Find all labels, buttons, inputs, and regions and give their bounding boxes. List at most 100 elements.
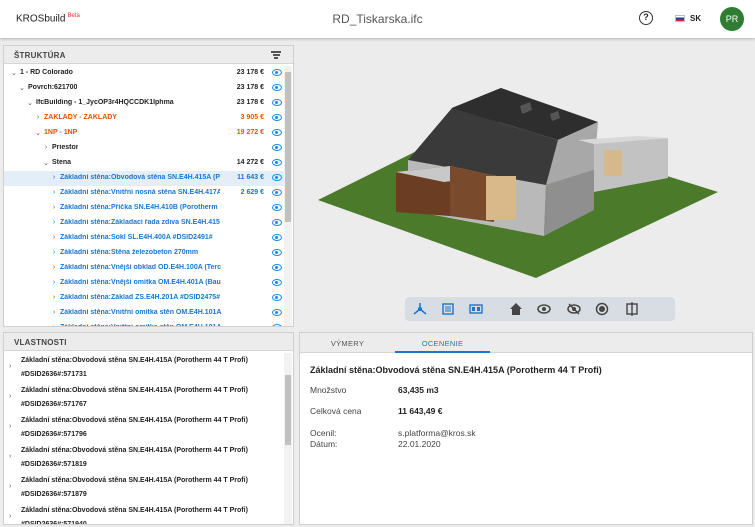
tree-row[interactable]: › Základní stěna:Vnější obklad OD.E4H.100… [4,261,286,276]
eye-icon[interactable] [272,129,282,136]
tree-row-price: 23 178 € [236,99,264,106]
chevron-right-icon[interactable]: › [42,144,50,151]
rated-by-label: Ocenil: [310,428,337,438]
tree-row[interactable]: › Základní stěna:Stěna železobeton 270mm [4,246,286,261]
chevron-right-icon[interactable]: › [9,453,11,460]
chevron-right-icon[interactable]: › [9,363,11,370]
eye-icon[interactable] [272,294,282,301]
eye-icon[interactable] [272,279,282,286]
property-item-name: Základní stěna:Obvodová stěna SN.E4H.415… [21,507,248,514]
chevron-right-icon[interactable]: › [50,249,58,256]
chevron-right-icon[interactable]: › [50,309,58,316]
chevron-right-icon[interactable]: › [9,483,11,490]
list-item[interactable]: › Základní stěna:Obvodová stěna SN.E4H.41… [4,473,286,503]
list-item[interactable]: › Základní stěna:Obvodová stěna SN.E4H.41… [4,503,286,524]
tab-ocenenie[interactable]: OCENENIE [395,333,490,353]
eye-icon[interactable] [272,264,282,271]
tree-row[interactable]: ⌄ IfcBuilding - 1_JycOP3r4HQCCDK1Iphma 23 … [4,96,286,111]
show-icon[interactable] [537,302,551,316]
chevron-right-icon[interactable]: › [50,234,58,241]
eye-icon[interactable] [272,69,282,76]
property-item-id: #DSID2636#:571767 [21,401,87,408]
eye-icon[interactable] [272,114,282,121]
eye-icon[interactable] [272,219,282,226]
model-tree-icon[interactable] [413,302,427,316]
tree-row[interactable]: › Základní stěna:Vnější omítka OM.E4H.401… [4,276,286,291]
tree-row[interactable]: › Priestor [4,141,286,156]
home-icon[interactable] [509,302,523,316]
properties-title: VLASTNOSTI [14,338,67,347]
tree-row[interactable]: ⌄ Stena 14 272 € [4,156,286,171]
slovak-flag-icon[interactable] [675,15,685,22]
chevron-right-icon[interactable]: › [50,264,58,271]
list-item[interactable]: › Základní stěna:Obvodová stěna SN.E4H.41… [4,413,286,443]
properties-list: › Základní stěna:Obvodová stěna SN.E4H.41… [4,353,286,524]
isolate-icon[interactable] [595,302,609,316]
eye-icon[interactable] [272,99,282,106]
eye-icon[interactable] [272,249,282,256]
chevron-right-icon[interactable]: › [50,204,58,211]
properties-scrollbar[interactable] [284,353,292,524]
building-3d-model[interactable] [298,40,755,290]
list-item[interactable]: › Základní stěna:Obvodová stěna SN.E4H.41… [4,383,286,413]
eye-icon[interactable] [272,174,282,181]
eye-icon[interactable] [272,204,282,211]
tree-row[interactable]: › Základní stěna:Základ ZS.E4H.201A #DSID… [4,291,286,306]
avatar[interactable]: PR [720,7,744,31]
chevron-right-icon[interactable]: › [50,324,58,326]
help-icon[interactable]: ? [639,11,653,25]
model-viewer[interactable] [298,40,755,325]
eye-icon[interactable] [272,159,282,166]
chevron-right-icon[interactable]: › [50,219,58,226]
scrollbar-thumb[interactable] [285,375,291,445]
eye-icon[interactable] [272,84,282,91]
tree-row[interactable]: ⌄ 1 - RD Colorado 23 178 € [4,66,286,81]
tree-row[interactable]: ›Základní stěna:Vnitřní omítka stěn OM.E… [4,321,286,326]
scrollbar-thumb[interactable] [285,72,291,222]
tab-vymery[interactable]: VÝMERY [300,333,395,353]
chevron-down-icon[interactable]: ⌄ [10,69,18,77]
eye-icon[interactable] [272,144,282,151]
chevron-down-icon[interactable]: ⌄ [18,84,26,92]
list-item[interactable]: › Základní stěna:Obvodová stěna SN.E4H.41… [4,443,286,473]
chevron-right-icon[interactable]: › [50,189,58,196]
list-item[interactable]: › Základní stěna:Obvodová stěna SN.E4H.41… [4,353,286,383]
tree-row[interactable]: › Základní stěna:Obvodová stěna SN.E4H.41… [4,171,286,186]
chevron-right-icon[interactable]: › [50,279,58,286]
tree-row[interactable]: › Základní stěna:Základací řada zdiva SN.… [4,216,286,231]
tree-row[interactable]: › Základní stěna:Příčka SN.E4H.410B (Poro… [4,201,286,216]
tree-row[interactable]: ›Základní stěna:Vnitřní omítka stěn OM.E… [4,306,286,321]
tree-row-label: IfcBuilding - 1_JycOP3r4HQCCDK1Iphma [36,99,174,106]
chevron-down-icon[interactable]: ⌄ [42,159,50,167]
tree-row[interactable]: ⌄ Povrch:621700 23 178 € [4,81,286,96]
eye-icon[interactable] [272,234,282,241]
tree-row-label: ZÁKLADY - ZÁKLADY [44,114,117,121]
tree-row[interactable]: › Základní stěna:Vnitřní nosná stěna SN.E… [4,186,286,201]
tree-row[interactable]: ⌄ 1NP - 1NP 19 272 € [4,126,286,141]
tree-row-label: Základní stěna:Vnější obklad OD.E4H.100A… [60,264,222,271]
tree-row-label: Základní stěna:Vnitřní nosná stěna SN.E4… [60,189,220,196]
tree-row[interactable]: › ZÁKLADY - ZÁKLADY 3 905 € [4,111,286,126]
chevron-down-icon[interactable]: ⌄ [26,99,34,107]
app-brand[interactable]: KROSbuild Beta [16,13,80,24]
eye-icon[interactable] [272,324,282,326]
chevron-right-icon[interactable]: › [9,513,11,520]
chevron-right-icon[interactable]: › [34,114,42,121]
structure-scrollbar[interactable] [284,66,292,326]
chevron-right-icon[interactable]: › [50,174,58,181]
eye-icon[interactable] [272,189,282,196]
hide-icon[interactable] [567,302,581,316]
eye-icon[interactable] [272,309,282,316]
filter-icon[interactable] [271,51,281,59]
chevron-right-icon[interactable]: › [9,393,11,400]
properties-view-icon[interactable] [469,302,483,316]
language-selector[interactable]: SK [690,14,701,23]
section-icon[interactable] [625,302,639,316]
chevron-right-icon[interactable]: › [50,294,58,301]
date-label: Dátum: [310,439,338,449]
tree-row[interactable]: › Základní stěna:Sokl SL.E4H.400A #DSID24… [4,231,286,246]
chevron-down-icon[interactable]: ⌄ [34,129,42,137]
chevron-right-icon[interactable]: › [9,423,11,430]
list-view-icon[interactable] [441,302,455,316]
tree-row-label: Základní stěna:Obvodová stěna SN.E4H.415… [60,174,220,181]
